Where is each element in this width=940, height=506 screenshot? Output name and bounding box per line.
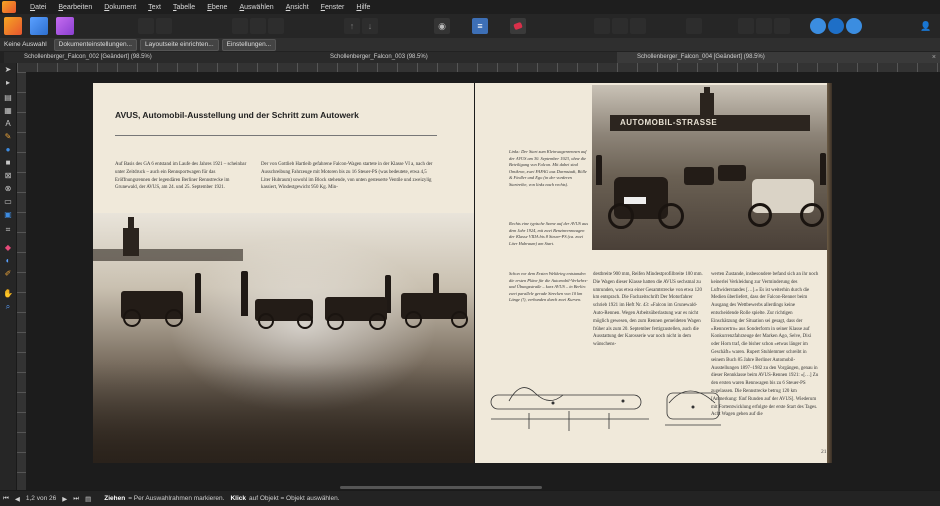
pages-list-icon[interactable]: ▤ [85,495,91,503]
title-rule [115,135,437,136]
user-account-icon[interactable]: 👤 [918,18,934,34]
text-flow-icon[interactable] [686,18,702,34]
transparency-tool-icon[interactable]: ◐ [3,256,13,266]
caption-middle[interactable]: Rechts eine typische Szene auf der AVUS … [509,221,589,247]
menu-auswaehlen[interactable]: Auswählen [239,4,273,11]
text-wrap-square-icon[interactable] [612,18,628,34]
body-text-column-4[interactable]: werten Zustande, insbesondere befand sic… [711,271,819,419]
menu-bar: Datei Bearbeiten Dokument Text Tabelle E… [0,0,940,14]
table-column-icon[interactable] [774,18,790,34]
text-wrap-icon[interactable] [594,18,610,34]
preview-mode-icon[interactable]: ◉ [434,18,450,34]
designer-persona-icon[interactable] [30,17,48,35]
snapping-icon[interactable] [510,18,526,34]
status-bar: ⏮ ◀ 1,2 von 26 ▶ ⏭ ▤ Ziehen = Per Auswah… [0,490,940,506]
affinity-publisher-icon[interactable] [2,1,16,13]
snapping-manager-icon[interactable] [828,18,844,34]
body-text-column-1[interactable]: Auf Basis des GA 6 entstand im Laufe des… [115,161,251,192]
menu-tabelle[interactable]: Tabelle [173,4,195,11]
context-toolbar: Keine Auswahl Dokumenteinstellungen... L… [0,38,940,51]
arrange-back-icon[interactable]: ↓ [362,18,378,34]
tab-label: Schollenberger_Falcon_003 (98.5%) [330,54,428,60]
assistant-icon[interactable] [810,18,826,34]
color-picker-tool-icon[interactable]: ✐ [3,269,13,279]
layout-page-settings-button[interactable]: Layoutseite einrichten... [140,38,219,51]
publisher-persona-icon[interactable] [4,17,22,35]
caption-top[interactable]: Links: Der Start zum Kleinwagenrennen au… [509,149,589,188]
hint-drag: Ziehen [104,495,126,502]
settings-button[interactable]: Einstellungen... [221,38,277,51]
menu-dokument[interactable]: Dokument [104,4,136,11]
fill-tool-icon[interactable]: ◆ [3,243,13,253]
article-title[interactable]: AVUS, Automobil-Ausstellung und der Schr… [115,110,359,120]
place-image-tool-icon[interactable]: ▣ [3,210,13,220]
text-wrap-tight-icon[interactable] [630,18,646,34]
text-frame-tool-icon[interactable]: ▤ [3,93,13,103]
table-tool-icon[interactable]: ▦ [3,106,13,116]
zoom-tool-icon[interactable]: ⌕ [3,302,13,312]
hint-click: Klick [230,495,247,502]
move-tool-icon[interactable]: ➤ [3,65,13,75]
node-tool-icon[interactable]: ▸ [3,78,13,88]
menu-hilfe[interactable]: Hilfe [356,4,370,11]
page-left[interactable]: AVUS, Automobil-Ausstellung und der Schr… [93,83,474,463]
selection-status: Keine Auswahl [4,40,47,48]
distribute-icon[interactable] [250,18,266,34]
menu-text[interactable]: Text [148,4,161,11]
menu-ansicht[interactable]: Ansicht [286,4,309,11]
table-icon[interactable] [738,18,754,34]
menu-fenster[interactable]: Fenster [321,4,345,11]
last-page-icon[interactable]: ⏭ [73,495,79,503]
tab-label: Schollenberger_Falcon_002 [Geändert] (98… [24,54,152,60]
arrange-forward-icon[interactable]: ↑ [344,18,360,34]
photo-persona-icon[interactable] [56,17,74,35]
rectangle-tool-icon[interactable]: ■ [3,158,13,168]
tab-label: Schollenberger_Falcon_004 [Geändert] (98… [637,54,765,60]
tools-panel: ➤ ▸ ▤ ▦ A ✎ ● ■ ⊠ ⊗ ▭ ▣ ⌗ ◆ ◐ ✐ ✋ ⌕ [0,63,17,490]
grandstand-sign: AUTOMOBIL-STRASSE [620,118,718,127]
crop-tool-icon[interactable]: ⌗ [3,225,13,235]
document-tabs: Schollenberger_Falcon_002 [Geändert] (98… [0,51,940,63]
first-page-icon[interactable]: ⏮ [3,495,9,503]
resource-manager-icon[interactable] [846,18,862,34]
pen-tool-icon[interactable]: ✎ [3,132,13,142]
menu-bearbeiten[interactable]: Bearbeiten [58,4,92,11]
facing-page-edge [827,83,832,463]
pencil-tool-icon[interactable]: ● [3,145,13,155]
shape-tool-icon[interactable]: ▭ [3,197,13,207]
page-indicator[interactable]: 1,2 von 26 [26,495,56,502]
vertical-ruler[interactable] [17,72,26,490]
ellipse-frame-tool-icon[interactable]: ⊗ [3,184,13,194]
body-text-column-2[interactable]: Der von Gottlieb Hartleib gefahrene Falc… [261,161,437,192]
view-tool-icon[interactable]: ✋ [3,289,13,299]
document-settings-button[interactable]: Dokumenteinstellungen... [53,38,137,51]
track-diagram[interactable] [489,373,721,443]
page-number: 21 [821,449,827,455]
previous-page-icon[interactable]: ◀ [15,495,20,503]
preflight-icon[interactable] [156,18,172,34]
tab-falcon-003[interactable]: Schollenberger_Falcon_003 (98.5%) × [310,52,632,63]
body-text-column-3[interactable]: destbreite 900 mm, Reifen Mindestprofilb… [593,271,703,349]
close-icon[interactable]: × [932,52,936,63]
frame-icon[interactable] [268,18,284,34]
align-icon[interactable] [232,18,248,34]
table-row-icon[interactable] [756,18,772,34]
artistic-text-tool-icon[interactable]: A [3,119,13,129]
race-start-photo[interactable] [93,213,474,463]
picture-frame-tool-icon[interactable]: ⊠ [3,171,13,181]
baseline-grid-icon[interactable]: ≡ [472,18,488,34]
toolbar: ↑ ↓ ◉ ≡ 👤 [0,14,940,39]
horizontal-scrollbar[interactable] [340,486,542,489]
hint-drag-text: = Per Auswahlrahmen markieren. [128,495,225,502]
tab-falcon-002[interactable]: Schollenberger_Falcon_002 [Geändert] (98… [4,52,326,63]
tab-falcon-004[interactable]: Schollenberger_Falcon_004 [Geändert] (98… [617,52,940,63]
menu-datei[interactable]: Datei [30,4,46,11]
page-right[interactable]: Links: Der Start zum Kleinwagenrennen au… [475,83,827,463]
menu-ebene[interactable]: Ebene [207,4,227,11]
caption-bottom[interactable]: Schon vor dem Ersten Weltkrieg entstande… [509,271,589,304]
document-setup-icon[interactable] [138,18,154,34]
avus-race-photo[interactable]: AUTOMOBIL-STRASSE [592,85,827,250]
hint-click-text: auf Objekt = Objekt auswählen. [249,495,340,502]
next-page-icon[interactable]: ▶ [62,495,67,503]
